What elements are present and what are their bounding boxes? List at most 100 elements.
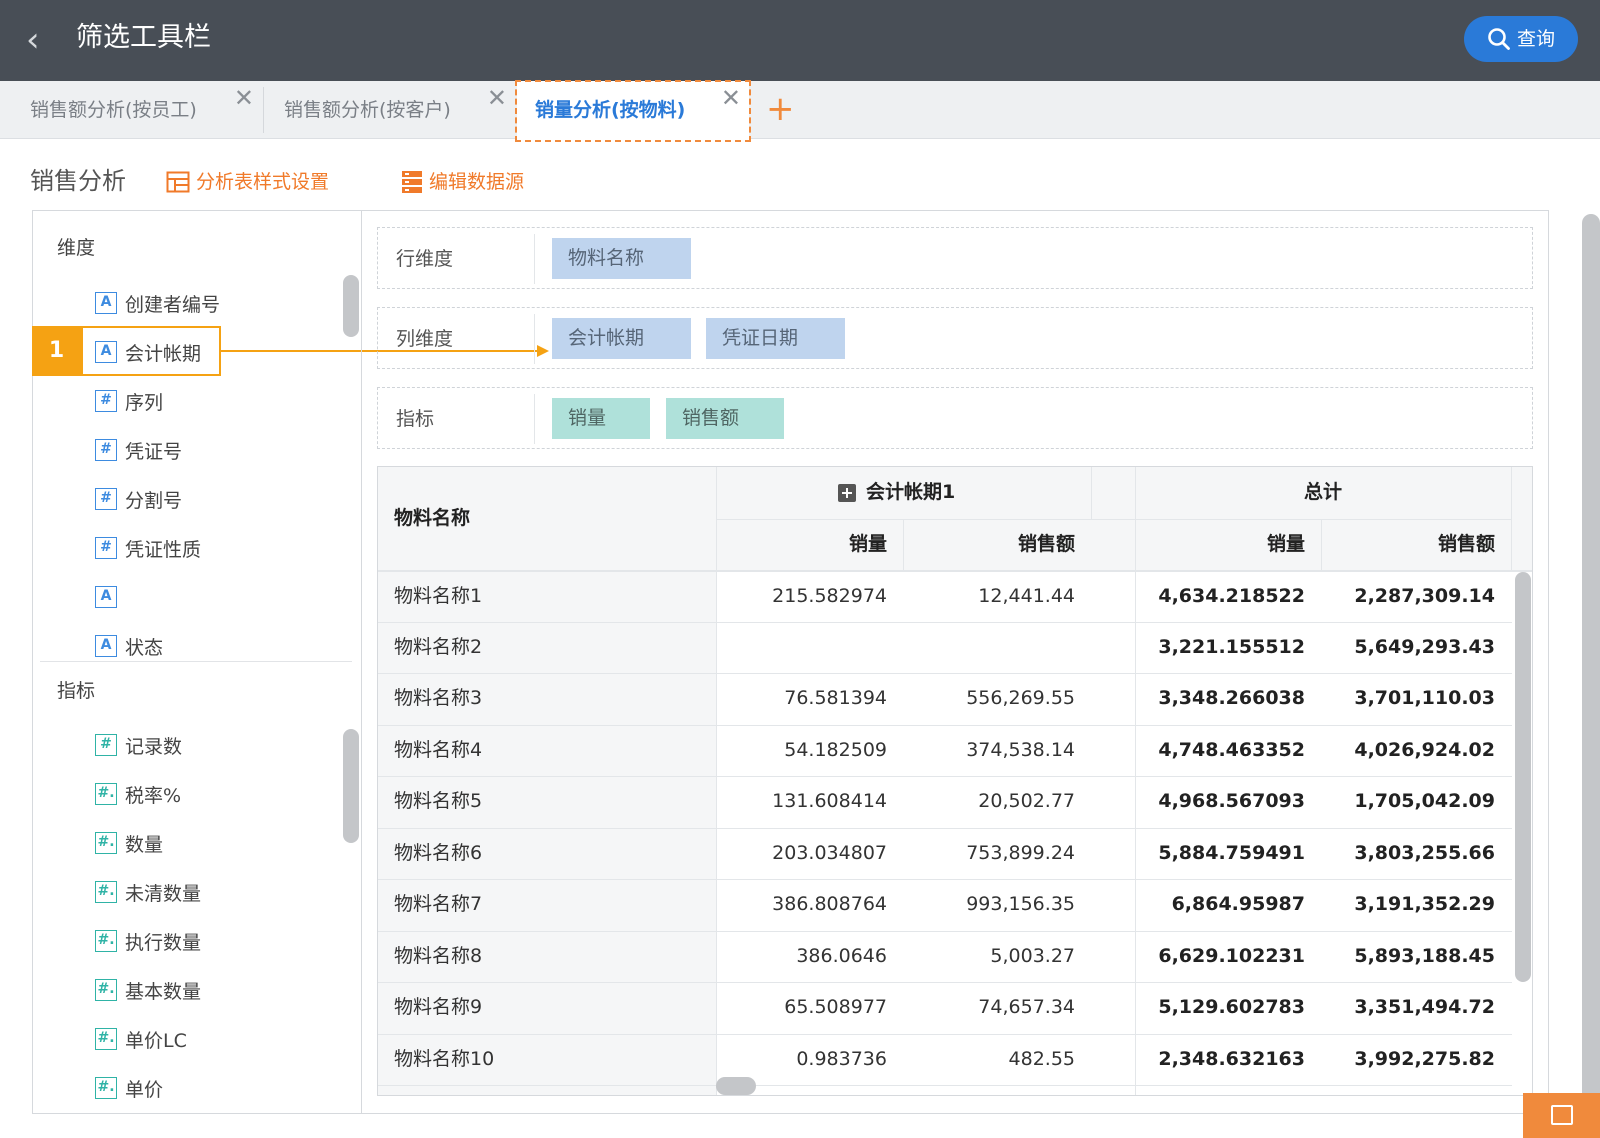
- column-dimension-zone[interactable]: 列维度 会计帐期 凭证日期: [377, 307, 1533, 369]
- close-icon[interactable]: ✕: [487, 81, 507, 115]
- row-dimension-zone[interactable]: 行维度 物料名称: [377, 227, 1533, 289]
- measure-field[interactable]: # 记录数: [95, 730, 182, 760]
- cell-total-volume: 3,221.155512: [1158, 636, 1305, 658]
- table-row[interactable]: 物料名称5 131.608414 20,502.77 4,968.567093 …: [378, 776, 1512, 827]
- back-arrow-icon[interactable]: ‹: [26, 22, 60, 58]
- measure-field[interactable]: #. 单价LC: [95, 1024, 187, 1054]
- table-row[interactable]: 物料名称3 76.581394 556,269.55 3,348.266038 …: [378, 673, 1512, 724]
- table-icon: [166, 171, 190, 193]
- table-vertical-scrollbar[interactable]: [1515, 572, 1531, 982]
- page-scrollbar[interactable]: [1582, 214, 1600, 1138]
- table-row[interactable]: 物料名称8 386.0646 5,003.27 6,629.102231 5,8…: [378, 931, 1512, 982]
- measure-field[interactable]: #. 税率%: [95, 779, 181, 809]
- cell-total-volume: 5,129.602783: [1158, 996, 1305, 1018]
- cell-total-volume: 6,864.95987: [1171, 893, 1305, 915]
- measure-chip-sales-amount[interactable]: 销售额: [666, 398, 784, 439]
- dimension-field[interactable]: # 凭证号: [95, 435, 182, 465]
- field-label: 状态: [125, 636, 164, 659]
- measure-field[interactable]: #. 未清数量: [95, 877, 201, 907]
- fullscreen-button[interactable]: [1523, 1093, 1600, 1138]
- dimensions-heading: 维度: [57, 237, 96, 259]
- number-type-icon: #: [95, 390, 117, 412]
- zone-label: 列维度: [396, 328, 454, 350]
- measure-field[interactable]: #. 单价: [95, 1073, 163, 1103]
- dimension-field[interactable]: # 序列: [95, 386, 163, 416]
- group-header-period1: 会计帐期1: [866, 481, 956, 503]
- cell-total-sales: 3,701,110.03: [1354, 687, 1495, 709]
- cell-total-sales: 3,191,352.29: [1354, 893, 1495, 915]
- text-type-icon: A: [95, 586, 117, 608]
- measure-field[interactable]: #. 数量: [95, 828, 163, 858]
- measure-field[interactable]: #. 执行数量: [95, 926, 201, 956]
- cell-total-sales: 2,287,309.14: [1354, 585, 1495, 607]
- plus-icon[interactable]: +: [766, 89, 795, 129]
- tab-label: 销售额分析(按客户): [284, 99, 451, 121]
- measures-heading: 指标: [57, 680, 96, 702]
- tab-sales-by-customer[interactable]: 销售额分析(按客户) ✕: [264, 81, 515, 139]
- field-label: 单价LC: [125, 1029, 187, 1052]
- cell-sales: 374,538.14: [966, 739, 1075, 761]
- cell-sales: 753,899.24: [966, 842, 1075, 864]
- cell-total-sales: 1,705,042.09: [1354, 790, 1495, 812]
- grid-line: [378, 1085, 1512, 1086]
- dimension-field[interactable]: # 凭证性质: [95, 533, 201, 563]
- field-label: 凭证号: [125, 440, 183, 463]
- style-settings-label: 分析表样式设置: [196, 171, 330, 193]
- measure-chip-volume[interactable]: 销量: [552, 398, 650, 439]
- cell-total-volume: 2,348.632163: [1158, 1048, 1305, 1070]
- dimensions-scrollbar[interactable]: [343, 275, 359, 337]
- decimal-type-icon: #.: [95, 1028, 117, 1050]
- cell-total-sales: 3,992,275.82: [1354, 1048, 1495, 1070]
- row-chip-material-name[interactable]: 物料名称: [552, 238, 691, 279]
- number-type-icon: #: [95, 734, 117, 756]
- measures-scrollbar[interactable]: [343, 729, 359, 843]
- table-row[interactable]: 物料名称9 65.508977 74,657.34 5,129.602783 3…: [378, 982, 1512, 1033]
- grid-line: [1091, 467, 1092, 519]
- dimension-field[interactable]: A 创建者编号: [95, 288, 220, 318]
- section-title: 销售分析: [30, 167, 126, 195]
- edit-datasource-button[interactable]: 编辑数据源: [401, 166, 524, 198]
- field-label: 基本数量: [125, 980, 202, 1003]
- decimal-type-icon: #.: [95, 930, 117, 952]
- table-row[interactable]: 物料名称2 3,221.155512 5,649,293.43: [378, 622, 1512, 673]
- table-row[interactable]: 物料名称4 54.182509 374,538.14 4,748.463352 …: [378, 725, 1512, 776]
- dimension-field[interactable]: A: [95, 582, 125, 612]
- cell-volume: 215.582974: [772, 585, 887, 607]
- col-chip-voucher-date[interactable]: 凭证日期: [706, 318, 845, 359]
- measure-zone[interactable]: 指标 销量 销售额: [377, 387, 1533, 449]
- table-horizontal-scrollbar[interactable]: [716, 1077, 756, 1095]
- zone-divider: [534, 314, 535, 364]
- cell-total-volume: 4,968.567093: [1158, 790, 1305, 812]
- cell-sales: 12,441.44: [978, 585, 1075, 607]
- table-row[interactable]: 物料名称10 0.983736 482.55 2,348.632163 3,99…: [378, 1034, 1512, 1085]
- cell-total-sales: 3,803,255.66: [1354, 842, 1495, 864]
- top-header: [0, 0, 1600, 81]
- cell-sales: 20,502.77: [978, 790, 1075, 812]
- table-row[interactable]: 物料名称7 386.808764 993,156.35 6,864.95987 …: [378, 879, 1512, 930]
- field-label: 凭证性质: [125, 538, 202, 561]
- tab-label: 销售额分析(按员工): [30, 99, 197, 121]
- measure-field[interactable]: #. 基本数量: [95, 975, 201, 1005]
- dimension-field[interactable]: A 状态: [95, 631, 163, 661]
- zone-label: 行维度: [396, 248, 454, 270]
- cell-total-volume: 4,634.218522: [1158, 585, 1305, 607]
- tab-sales-by-employee[interactable]: 销售额分析(按员工) ✕: [0, 81, 262, 139]
- cell-volume: 54.182509: [784, 739, 887, 761]
- page-title: 筛选工具栏: [76, 22, 211, 53]
- table-row[interactable]: 物料名称1 215.582974 12,441.44 4,634.218522 …: [378, 571, 1512, 622]
- number-type-icon: #: [95, 488, 117, 510]
- expand-plus-icon[interactable]: [838, 484, 856, 502]
- close-icon[interactable]: ✕: [234, 81, 254, 115]
- zone-divider: [534, 394, 535, 444]
- style-settings-button[interactable]: 分析表样式设置: [166, 166, 329, 198]
- cell-sales: 993,156.35: [966, 893, 1075, 915]
- zone-divider: [534, 234, 535, 284]
- cell-sales: 482.55: [1008, 1048, 1075, 1070]
- table-row[interactable]: 物料名称6 203.034807 753,899.24 5,884.759491…: [378, 828, 1512, 879]
- col-chip-accounting-period[interactable]: 会计帐期: [552, 318, 691, 359]
- cell-total-sales: 4,026,924.02: [1354, 739, 1495, 761]
- query-button[interactable]: 查询: [1464, 16, 1578, 62]
- cell-material: 物料名称6: [394, 842, 483, 864]
- dimension-field[interactable]: # 分割号: [95, 484, 182, 514]
- callout-highlight-box: [81, 326, 221, 376]
